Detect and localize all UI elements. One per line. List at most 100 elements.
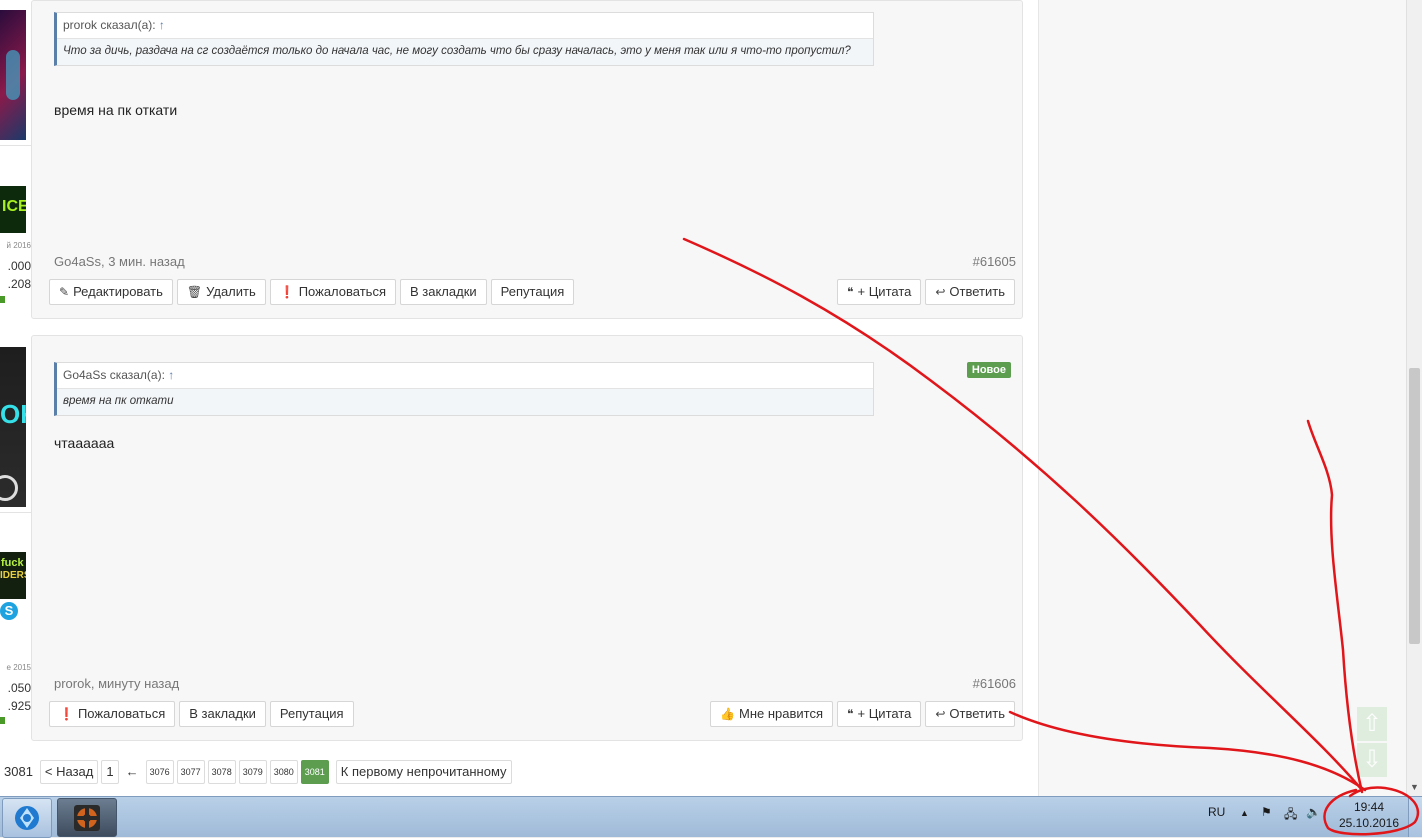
user-status-icon bbox=[0, 296, 5, 303]
user-stat-likes: .208 bbox=[7, 277, 31, 291]
reply-button[interactable]: ↩ Ответить bbox=[925, 701, 1015, 727]
quote-icon: ❝ bbox=[847, 707, 854, 721]
alert-icon: ❗ bbox=[279, 285, 295, 299]
clock-time: 19:44 bbox=[1353, 800, 1385, 814]
page-link[interactable]: 3079 bbox=[238, 760, 267, 784]
user-banner-text-2: IDERS bbox=[0, 570, 26, 581]
reply-button-label: Ответить bbox=[949, 706, 1005, 721]
skype-icon[interactable]: S bbox=[0, 602, 18, 620]
forum-post-61606: Новое Go4aSs сказал(а): ↑ время на пк от… bbox=[31, 335, 1023, 741]
user-banner: fuck IDERS bbox=[0, 552, 26, 599]
user-banner: ICE bbox=[0, 186, 26, 233]
quote-jump-icon[interactable]: ↑ bbox=[159, 18, 165, 32]
post-number[interactable]: #61605 bbox=[973, 254, 1016, 269]
quote-icon: ❝ bbox=[847, 285, 854, 299]
page-jump-icon[interactable]: ← bbox=[122, 761, 143, 783]
post-meta[interactable]: prorok, минуту назад bbox=[54, 676, 179, 691]
user-banner-text: fuck bbox=[1, 557, 24, 569]
delete-button[interactable]: 🗑 Удалить bbox=[176, 279, 266, 305]
taskbar-app-tf2[interactable] bbox=[57, 798, 117, 837]
post-actions-left: ❗ Пожаловаться В закладки Репутация bbox=[49, 701, 354, 727]
quote-author[interactable]: prorok сказал(а): bbox=[63, 18, 156, 32]
show-desktop-button[interactable] bbox=[1408, 797, 1422, 837]
user-avatar-text: OK bbox=[0, 399, 26, 429]
bookmark-button[interactable]: В закладки bbox=[400, 279, 487, 305]
page-scrollbar[interactable]: ▼ bbox=[1406, 0, 1422, 796]
alert-icon: ❗ bbox=[59, 707, 74, 721]
quote-button-label: + Цитата bbox=[857, 284, 912, 299]
user-status-icon bbox=[0, 717, 5, 724]
post-meta[interactable]: Go4aSs, 3 мин. назад bbox=[54, 254, 185, 269]
start-orb-icon bbox=[15, 806, 39, 830]
user-banner-text: ICE bbox=[2, 198, 26, 215]
first-page-link[interactable]: 1 bbox=[101, 760, 119, 784]
scroll-down-arrow-icon[interactable]: ▼ bbox=[1410, 782, 1419, 792]
report-button-label: Пожаловаться bbox=[77, 706, 166, 721]
user-joined: е 2015 bbox=[6, 663, 31, 672]
post-message: чтаааааа bbox=[54, 435, 115, 451]
action-center-flag-icon[interactable]: ⚑ bbox=[1261, 805, 1272, 819]
clock-date: 25.10.2016 bbox=[1338, 816, 1400, 830]
post-number[interactable]: #61606 bbox=[973, 676, 1016, 691]
post-actions-left: ✎ Редактировать 🗑 Удалить ❗ Пожаловаться В … bbox=[49, 279, 575, 305]
first-unread-button[interactable]: К первому непрочитанному bbox=[335, 760, 512, 784]
like-button[interactable]: 👍 Мне нравится bbox=[710, 701, 834, 727]
network-icon[interactable]: 🖧 bbox=[1284, 805, 1297, 826]
bookmark-button[interactable]: В закладки bbox=[179, 701, 266, 727]
user-avatar[interactable] bbox=[0, 10, 26, 140]
user-avatar[interactable]: OK bbox=[0, 347, 26, 507]
page-total: 3081 bbox=[4, 764, 33, 779]
edit-button[interactable]: ✎ Редактировать bbox=[49, 279, 173, 305]
post-quote: Go4aSs сказал(а): ↑ время на пк откати bbox=[54, 362, 874, 416]
quote-button[interactable]: ❝ + Цитата bbox=[837, 701, 922, 727]
quote-author[interactable]: Go4aSs сказал(а): bbox=[63, 368, 165, 382]
reply-icon: ↩ bbox=[935, 285, 946, 299]
post-message: время на пк откати bbox=[54, 102, 178, 118]
edit-button-label: Редактировать bbox=[73, 284, 163, 299]
reputation-button-label: Репутация bbox=[500, 284, 565, 299]
quote-text: Что за дичь, раздача на сг создаётся тол… bbox=[63, 45, 851, 57]
reputation-button[interactable]: Репутация bbox=[490, 279, 575, 305]
system-clock[interactable]: 19:44 25.10.2016 bbox=[1334, 799, 1404, 831]
volume-icon[interactable]: 🔈 bbox=[1306, 805, 1321, 819]
language-indicator[interactable]: RU bbox=[1208, 805, 1225, 819]
scroll-up-icon[interactable]: ⇧ bbox=[1357, 707, 1387, 741]
user-stat-likes: .925 bbox=[7, 699, 31, 713]
reply-button-label: Ответить bbox=[949, 284, 1005, 299]
bookmark-button-label: В закладки bbox=[410, 284, 477, 299]
quote-button[interactable]: ❝ + Цитата bbox=[837, 279, 922, 305]
right-sidebar bbox=[1038, 0, 1407, 796]
browser-viewport: ICE й 2016 .000 .208 prorok сказал(а): ↑… bbox=[0, 0, 1422, 796]
page-link[interactable]: 3077 bbox=[176, 760, 205, 784]
start-button[interactable] bbox=[2, 798, 52, 838]
scroll-down-icon[interactable]: ⇩ bbox=[1357, 743, 1387, 777]
reply-button[interactable]: ↩ Ответить bbox=[925, 279, 1015, 305]
report-button[interactable]: ❗ Пожаловаться bbox=[49, 701, 176, 727]
user-sidebar-1: ICE й 2016 .000 .208 bbox=[0, 0, 31, 313]
forum-post-61605: prorok сказал(а): ↑ Что за дичь, раздача… bbox=[31, 0, 1023, 319]
quote-jump-icon[interactable]: ↑ bbox=[168, 368, 174, 382]
report-button-label: Пожаловаться bbox=[298, 284, 386, 299]
page-link-current[interactable]: 3081 bbox=[300, 760, 329, 784]
user-sidebar-2: OK fuck IDERS S е 2015 .050 .925 bbox=[0, 336, 31, 736]
tray-expand-icon[interactable]: ▲ bbox=[1240, 808, 1249, 818]
delete-button-label: Удалить bbox=[206, 284, 256, 299]
user-stat-messages: .050 bbox=[7, 681, 31, 695]
post-quote: prorok сказал(а): ↑ Что за дичь, раздача… bbox=[54, 12, 874, 66]
forum-page: ICE й 2016 .000 .208 prorok сказал(а): ↑… bbox=[0, 0, 1038, 796]
windows-taskbar: RU ▲ ⚑ 🖧 🔈 19:44 25.10.2016 bbox=[0, 796, 1422, 838]
new-badge: Новое bbox=[966, 362, 1011, 378]
bookmark-button-label: В закладки bbox=[189, 706, 256, 721]
page-link[interactable]: 3080 bbox=[269, 760, 298, 784]
thumbs-up-icon: 👍 bbox=[720, 707, 735, 721]
prev-page-button[interactable]: < Назад bbox=[39, 760, 99, 784]
scrollbar-thumb[interactable] bbox=[1409, 368, 1420, 644]
post-actions-right: 👍 Мне нравится ❝ + Цитата ↩ Ответить bbox=[710, 701, 1015, 727]
user-stat-messages: .000 bbox=[7, 259, 31, 273]
report-button[interactable]: ❗ Пожаловаться bbox=[269, 279, 396, 305]
page-link[interactable]: 3078 bbox=[207, 760, 236, 784]
quote-button-label: + Цитата bbox=[857, 706, 912, 721]
reputation-button[interactable]: Репутация bbox=[269, 701, 354, 727]
page-link[interactable]: 3076 bbox=[145, 760, 174, 784]
post-actions-right: ❝ + Цитата ↩ Ответить bbox=[837, 279, 1015, 305]
